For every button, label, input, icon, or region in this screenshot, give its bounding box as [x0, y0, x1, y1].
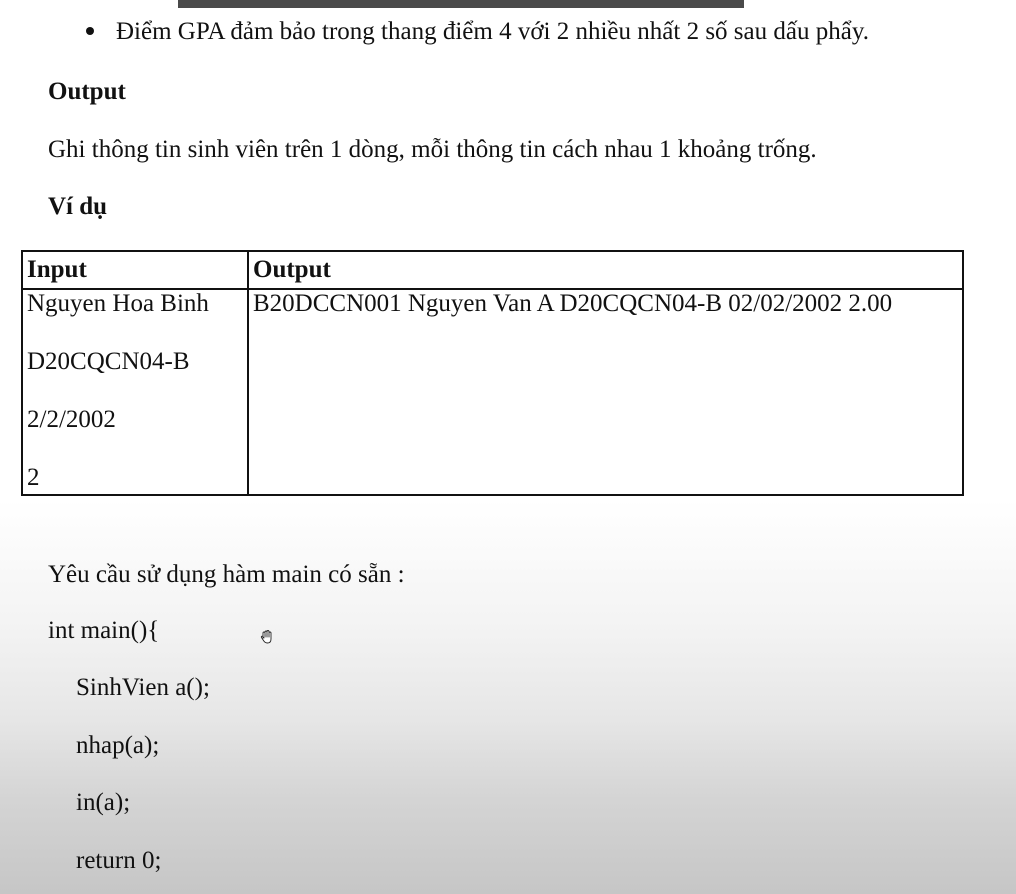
hand-cursor-icon	[260, 630, 272, 644]
input-line-gpa: 2	[27, 464, 40, 491]
code-line-input: nhap(a);	[76, 732, 160, 759]
output-cell: B20DCCN001 Nguyen Van A D20CQCN04-B 02/0…	[247, 288, 964, 496]
output-description: Ghi thông tin sinh viên trên 1 dòng, mỗi…	[48, 136, 817, 163]
input-line-name: Nguyen Hoa Binh	[27, 290, 209, 317]
example-table-header-row: Input Output	[21, 250, 964, 290]
example-heading: Ví dụ	[48, 193, 108, 220]
output-heading: Output	[48, 78, 126, 105]
input-line-birthdate: 2/2/2002	[27, 406, 116, 433]
gpa-bullet-item: Điểm GPA đảm bảo trong thang điểm 4 với …	[86, 18, 869, 46]
input-column-header: Input	[21, 250, 249, 290]
requirement-text: Yêu cầu sử dụng hàm main có sẵn :	[48, 561, 405, 588]
code-line-return: return 0;	[76, 847, 162, 874]
code-line-main: int main(){	[48, 617, 160, 644]
top-scroll-bar	[178, 0, 744, 8]
bullet-dot-icon	[86, 27, 94, 36]
example-table: Input Output Nguyen Hoa Binh D20CQCN04-B…	[21, 250, 964, 496]
output-line: B20DCCN001 Nguyen Van A D20CQCN04-B 02/0…	[253, 290, 893, 317]
code-line-output: in(a);	[76, 789, 131, 816]
input-cell: Nguyen Hoa Binh D20CQCN04-B 2/2/2002 2	[21, 288, 249, 496]
example-table-row: Nguyen Hoa Binh D20CQCN04-B 2/2/2002 2 B…	[21, 288, 964, 496]
code-line-declare: SinhVien a();	[76, 674, 210, 701]
gpa-bullet-text: Điểm GPA đảm bảo trong thang điểm 4 với …	[116, 18, 869, 45]
output-column-header: Output	[247, 250, 964, 290]
input-line-class: D20CQCN04-B	[27, 348, 190, 375]
